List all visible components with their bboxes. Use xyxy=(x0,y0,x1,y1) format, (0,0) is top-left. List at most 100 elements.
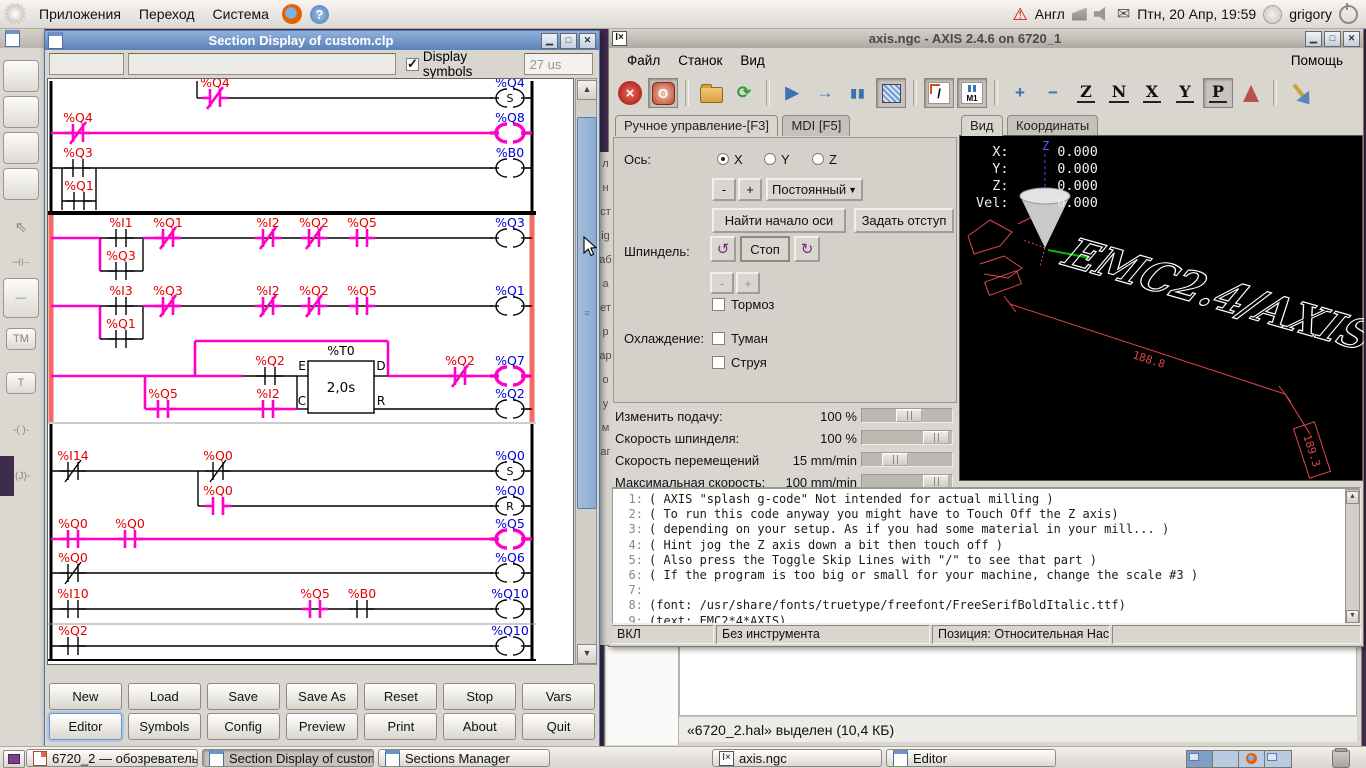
ladder-coil[interactable] xyxy=(490,528,530,550)
slider-track[interactable] xyxy=(861,452,953,467)
network-icon[interactable]: ! xyxy=(1071,7,1087,21)
estop-button-icon[interactable]: × xyxy=(615,78,645,108)
slider-track[interactable] xyxy=(861,430,953,445)
step-button-icon[interactable]: → xyxy=(810,78,840,108)
trash-icon[interactable] xyxy=(1332,748,1350,768)
file-manager-sidebar[interactable] xyxy=(606,646,679,745)
section-field[interactable] xyxy=(49,53,125,75)
ladder-coil[interactable]: R xyxy=(490,496,530,516)
ladder-coil[interactable] xyxy=(490,563,530,583)
load-button[interactable]: Load xyxy=(127,683,201,710)
ladder-coil[interactable] xyxy=(490,599,530,619)
minimize-button[interactable]: ▁ xyxy=(1305,30,1322,47)
mail-icon[interactable]: ✉ xyxy=(1117,4,1130,24)
coil-tool-icon[interactable]: -( )- xyxy=(3,418,39,442)
taskbar-item[interactable]: Section Display of custom.... xyxy=(202,749,374,767)
save-as-button[interactable]: Save As xyxy=(285,683,359,710)
scrollbar-thumb[interactable]: ≡ xyxy=(577,117,597,509)
config-button[interactable]: Config xyxy=(206,713,280,740)
toggle-skip-lines-button-icon[interactable]: / xyxy=(924,78,954,108)
ladder-contact[interactable] xyxy=(60,459,86,483)
menu-applications[interactable]: Приложения xyxy=(30,3,130,25)
mist-checkbox[interactable] xyxy=(712,332,725,345)
gcode-line[interactable]: 3: ( depending on your setup. As if you h… xyxy=(617,522,1359,537)
ladder-contact[interactable] xyxy=(301,294,327,318)
menu-help[interactable]: Помощь xyxy=(1283,51,1351,70)
ladder-contact[interactable] xyxy=(155,294,181,318)
radio-axis-x[interactable] xyxy=(717,153,729,165)
scroll-down-icon[interactable]: ▼ xyxy=(1346,610,1359,623)
workspace-2[interactable] xyxy=(1213,751,1239,767)
ladder-contact[interactable] xyxy=(205,497,231,515)
ladder-diagram-canvas[interactable]: S %Q4 %Q4 %Q4 %Q8 %Q3 %Q1 %B0 %I1 %Q3 %Q1 %I2 %Q2 %Q5… xyxy=(47,78,574,665)
ladder-contact[interactable] xyxy=(202,86,228,110)
close-button[interactable]: ✕ xyxy=(1343,30,1360,47)
ladder-coil[interactable] xyxy=(490,158,530,178)
ladder-scrollbar[interactable]: ▲ ≡ ▼ xyxy=(575,78,597,665)
editor-button[interactable]: Editor xyxy=(49,713,122,740)
run-button-icon[interactable]: ▶ xyxy=(777,78,807,108)
slider-thumb[interactable] xyxy=(882,453,908,466)
reset-button[interactable]: Reset xyxy=(364,683,438,710)
ladder-contact[interactable] xyxy=(447,364,473,388)
slider-track[interactable] xyxy=(861,408,953,423)
file-manager-view[interactable] xyxy=(679,646,1357,716)
menu-view[interactable]: Вид xyxy=(732,51,772,70)
spindle-minus-button[interactable]: - xyxy=(710,272,734,294)
preview-canvas[interactable]: Z EMC2.4/AXIS 188.8 189.3 X: 0.000 Y: 0.… xyxy=(959,135,1366,481)
menu-system[interactable]: Система xyxy=(204,3,278,25)
quit-button[interactable]: Quit xyxy=(522,713,596,740)
workspace-3[interactable] xyxy=(1239,751,1265,767)
preview-button[interactable]: Preview xyxy=(285,713,359,740)
distro-logo-icon[interactable] xyxy=(4,3,26,25)
hline-tool-icon[interactable]: — xyxy=(3,278,39,318)
open-file-button-icon[interactable] xyxy=(696,78,726,108)
ladder-contact[interactable] xyxy=(155,226,181,250)
radio-axis-y[interactable] xyxy=(764,153,776,165)
view-x-button-icon[interactable]: X xyxy=(1137,78,1167,108)
contact-tool-icon[interactable]: ⊣⊢ xyxy=(3,250,39,274)
show-desktop-button[interactable] xyxy=(3,750,25,768)
scroll-down-icon[interactable]: ▼ xyxy=(577,644,597,664)
zoom-out-button-icon[interactable]: − xyxy=(1038,78,1068,108)
ladder-coil[interactable] xyxy=(490,228,530,248)
scroll-up-icon[interactable]: ▲ xyxy=(1346,491,1359,504)
t-tool-button[interactable]: T xyxy=(6,372,36,394)
ladder-titlebar[interactable]: Section Display of custom.clp ▁ □ ✕ xyxy=(45,31,599,50)
pointer-tool-icon[interactable]: ⇖ xyxy=(3,214,39,240)
gcode-line[interactable]: 7: xyxy=(617,583,1359,598)
tm-tool-button[interactable]: TM xyxy=(6,328,36,350)
taskbar-item[interactable]: Sections Manager xyxy=(378,749,550,767)
machine-power-button-icon[interactable]: O xyxy=(648,78,678,108)
workspace-1[interactable] xyxy=(1187,751,1213,767)
save-button[interactable]: Save xyxy=(206,683,280,710)
ladder-contact[interactable] xyxy=(205,459,231,483)
ladder-coil[interactable]: S xyxy=(490,461,530,481)
spindle-plus-button[interactable]: + xyxy=(736,272,760,294)
flood-checkbox[interactable] xyxy=(712,356,725,369)
gcode-line[interactable]: 5: ( Also press the Toggle Skip Lines wit… xyxy=(617,553,1359,568)
new-button[interactable]: New xyxy=(49,683,122,710)
stop-button-icon[interactable] xyxy=(876,78,906,108)
tab-manual-control[interactable]: Ручное управление-[F3] xyxy=(615,115,779,136)
keyboard-layout-indicator[interactable]: Англ xyxy=(1035,6,1065,22)
gcode-listing[interactable]: 1: ( AXIS "splash g-code" Not intended fo… xyxy=(611,487,1361,625)
editor-tool-blank-2[interactable] xyxy=(3,96,39,128)
tab-preview[interactable]: Вид xyxy=(961,115,1003,136)
jog-minus-button[interactable]: - xyxy=(712,178,736,201)
slider-thumb[interactable] xyxy=(923,431,949,444)
firefox-launcher-icon[interactable] xyxy=(281,4,302,24)
maximize-button[interactable]: □ xyxy=(1324,30,1341,47)
print-button[interactable]: Print xyxy=(364,713,438,740)
tab-dro[interactable]: Координаты xyxy=(1006,115,1099,136)
ladder-contact[interactable] xyxy=(255,294,281,318)
gcode-line[interactable]: 8: (font: /usr/share/fonts/truetype/freef… xyxy=(617,598,1359,613)
editor-tool-blank-4[interactable] xyxy=(3,168,39,200)
workspace-4[interactable] xyxy=(1265,751,1291,767)
ladder-coil[interactable] xyxy=(490,399,530,419)
slider-thumb[interactable] xyxy=(896,409,922,422)
jog-plus-button[interactable]: + xyxy=(738,178,762,201)
comment-field[interactable] xyxy=(128,53,396,75)
ladder-contact[interactable] xyxy=(60,561,86,585)
gcode-scrollbar[interactable]: ▲ ▼ xyxy=(1345,489,1360,623)
